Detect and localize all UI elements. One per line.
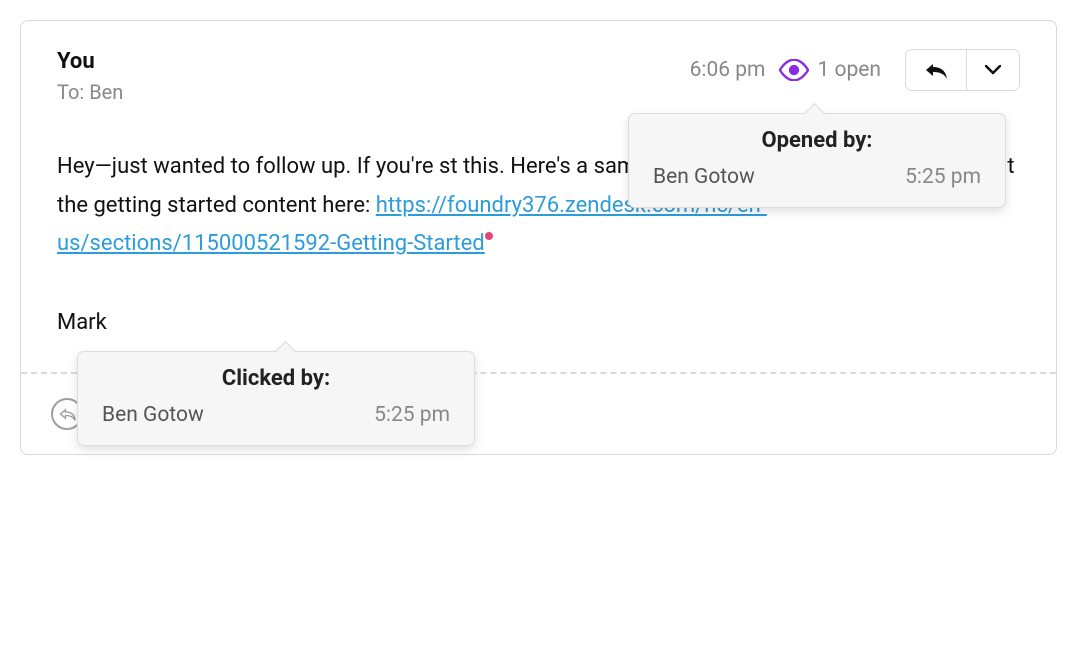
sender-name: You [57, 49, 123, 74]
clicked-popover-row: Ben Gotow 5:25 pm [102, 403, 450, 427]
email-card: You To: Ben 6:06 pm 1 open [20, 20, 1057, 455]
opened-popover-title: Opened by: [653, 128, 981, 153]
opened-popover-row: Ben Gotow 5:25 pm [653, 165, 981, 189]
clicked-by-name: Ben Gotow [102, 403, 204, 427]
clicked-popover-title: Clicked by: [102, 366, 450, 391]
email-timestamp: 6:06 pm [690, 58, 766, 82]
recipient-name: Ben [89, 80, 123, 104]
clicked-by-time: 5:25 pm [374, 403, 450, 427]
reply-button[interactable] [906, 50, 966, 90]
action-button-group [905, 49, 1020, 91]
clicked-by-popover: Clicked by: Ben Gotow 5:25 pm [77, 351, 475, 446]
opened-by-name: Ben Gotow [653, 165, 755, 189]
reply-icon-small [59, 407, 76, 421]
eye-icon [779, 59, 809, 81]
chevron-down-icon [985, 65, 1001, 75]
sender-block: You To: Ben [57, 49, 123, 104]
reply-icon [924, 60, 948, 80]
more-actions-button[interactable] [966, 50, 1019, 90]
header-right: 6:06 pm 1 open [690, 49, 1020, 91]
open-tracking-indicator[interactable]: 1 open [779, 58, 881, 82]
opened-by-time: 5:25 pm [905, 165, 981, 189]
link-tracking-dot[interactable] [485, 232, 493, 240]
recipient-line: To: Ben [57, 80, 123, 104]
email-header: You To: Ben 6:06 pm 1 open [21, 21, 1056, 104]
open-tracking-label: 1 open [817, 58, 881, 82]
opened-by-popover: Opened by: Ben Gotow 5:25 pm [628, 113, 1006, 208]
recipient-prefix: To: [57, 80, 89, 104]
